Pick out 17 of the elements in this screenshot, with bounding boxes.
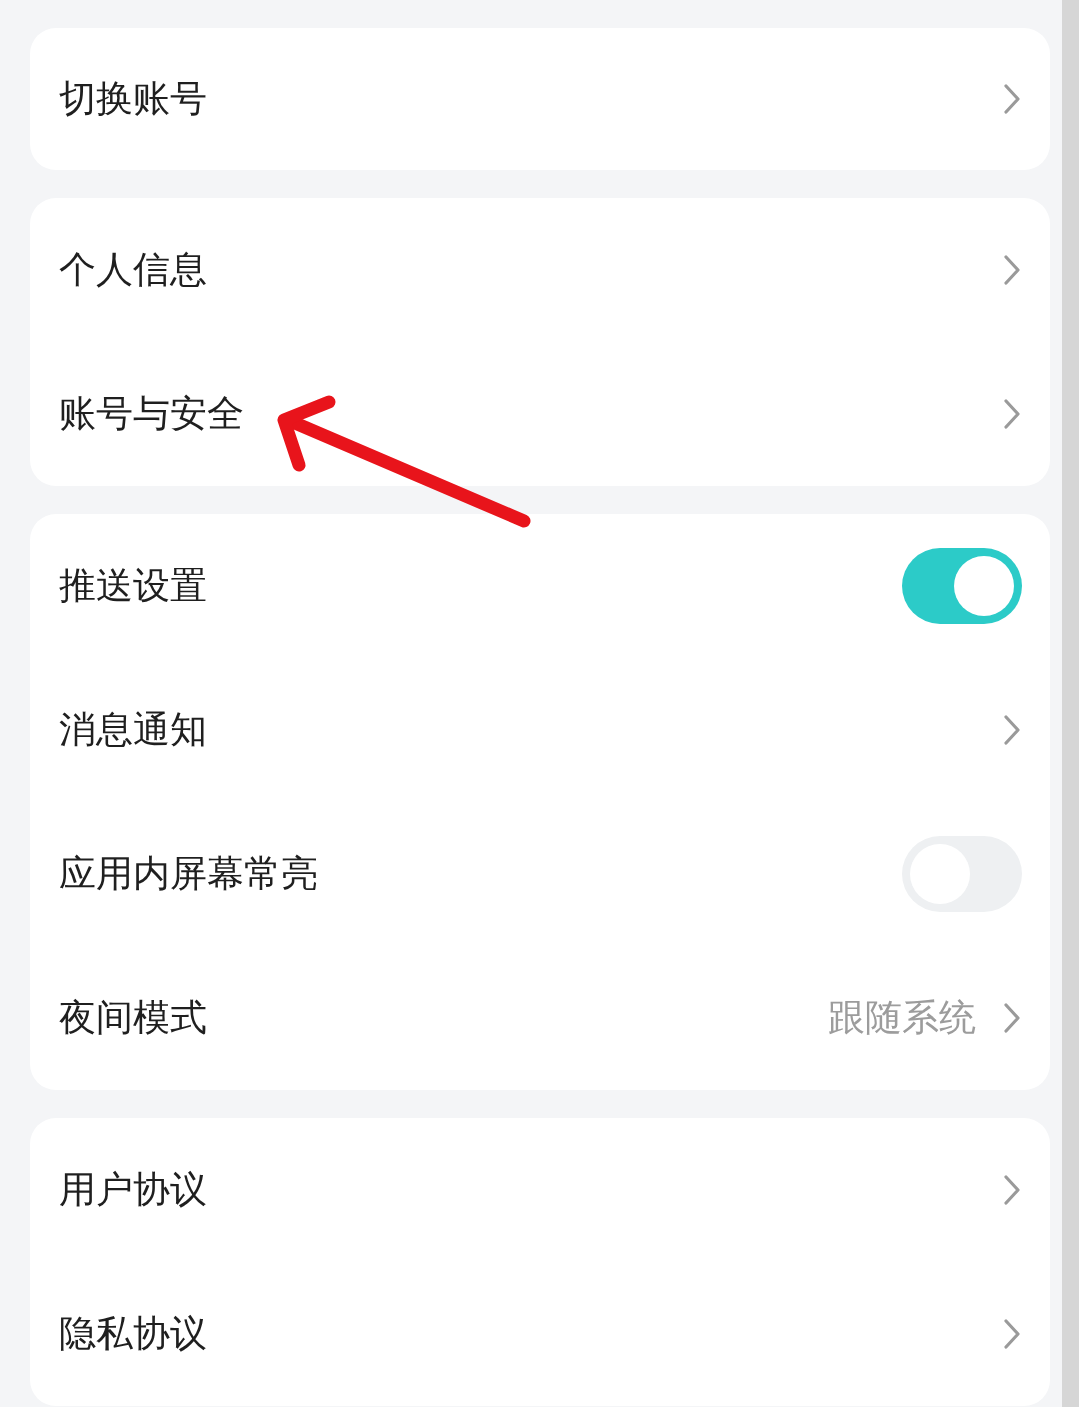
chevron-right-icon[interactable]	[1002, 714, 1022, 746]
setting-label: 切换账号	[59, 76, 208, 122]
setting-label: 应用内屏幕常亮	[59, 851, 319, 897]
chevron-right-icon[interactable]	[1002, 1002, 1022, 1034]
chevron-right-icon[interactable]	[1002, 254, 1022, 286]
setting-label: 推送设置	[59, 563, 208, 609]
chevron-right-icon[interactable]	[1002, 398, 1022, 430]
setting-label: 夜间模式	[59, 995, 208, 1041]
setting-value: 跟随系统	[828, 995, 976, 1041]
setting-label: 账号与安全	[59, 391, 245, 437]
chevron-right-icon[interactable]	[1002, 83, 1022, 115]
chevron-right-icon[interactable]	[1002, 1318, 1022, 1350]
chevron-right-icon[interactable]	[1002, 1174, 1022, 1206]
setting-label: 消息通知	[59, 707, 208, 753]
setting-label: 隐私协议	[59, 1311, 208, 1357]
setting-label: 用户协议	[59, 1167, 208, 1213]
setting-label: 个人信息	[59, 247, 208, 293]
